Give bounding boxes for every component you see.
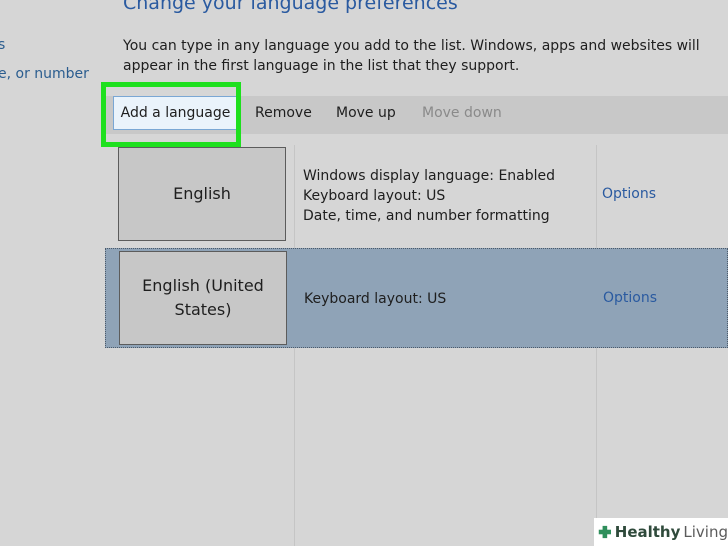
- page-description: You can type in any language you add to …: [123, 38, 700, 74]
- language-row-selected[interactable]: English (United States) Keyboard layout:…: [105, 248, 728, 348]
- watermark-brand-bold: Healthy: [614, 523, 681, 541]
- move-up-button[interactable]: Move up: [336, 105, 396, 121]
- move-down-button[interactable]: Move down: [422, 105, 502, 121]
- language-details: Windows display language: Enabled Keyboa…: [303, 166, 555, 226]
- left-navigation: s e, or number: [0, 0, 100, 546]
- nav-link-partial-2[interactable]: e, or number: [0, 66, 89, 82]
- detail-line: Windows display language: Enabled: [303, 168, 556, 184]
- watermark-brand-light: Living: [683, 523, 728, 541]
- remove-button[interactable]: Remove: [255, 105, 312, 121]
- language-tile[interactable]: English: [118, 147, 286, 241]
- nav-link-partial-1[interactable]: s: [0, 37, 5, 53]
- detail-line: Keyboard layout: US: [304, 291, 447, 307]
- options-link[interactable]: Options: [602, 186, 656, 202]
- language-details: Keyboard layout: US: [304, 289, 446, 309]
- detail-line: Date, time, and number formatting: [303, 208, 550, 224]
- detail-line: Keyboard layout: US: [303, 188, 446, 204]
- watermark: Healthy Living: [594, 518, 728, 546]
- plus-leaf-icon: [598, 525, 612, 539]
- options-link[interactable]: Options: [603, 290, 657, 306]
- page-title: Change your language preferences: [123, 0, 458, 14]
- highlight-box: [101, 82, 241, 147]
- language-tile[interactable]: English (United States): [119, 251, 287, 345]
- language-row[interactable]: English Windows display language: Enable…: [105, 145, 728, 247]
